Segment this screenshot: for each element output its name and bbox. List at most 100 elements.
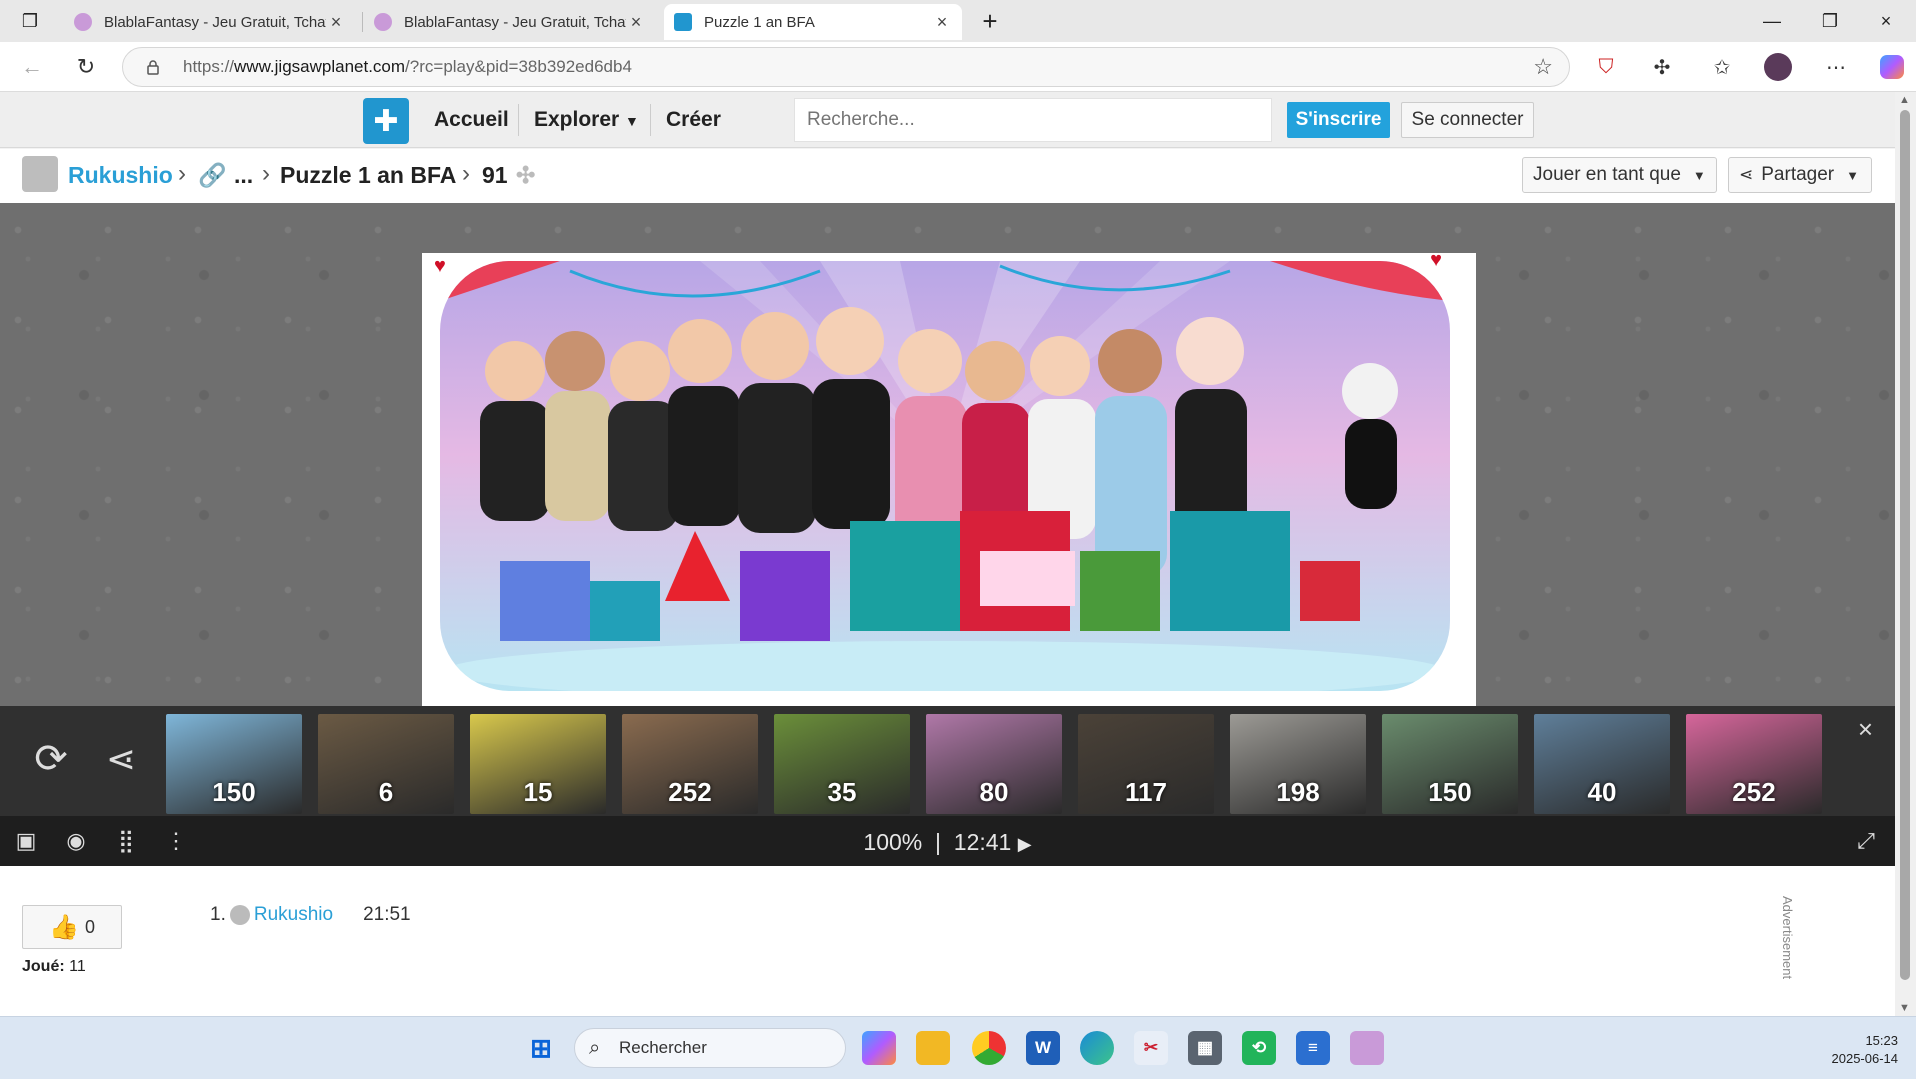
copilot-icon[interactable]: [1876, 52, 1908, 82]
lock-icon[interactable]: [145, 59, 161, 75]
blablafantasy-favicon: [74, 13, 92, 31]
user-avatar: [229, 905, 250, 925]
close-tab-icon[interactable]: ×: [932, 12, 952, 33]
puzzle-thumbnail[interactable]: 198: [1230, 714, 1366, 814]
refresh-icon[interactable]: ↻: [70, 52, 102, 82]
sync-app-icon[interactable]: ⟲: [1242, 1031, 1276, 1065]
scrollbar-thumb[interactable]: [1900, 110, 1910, 980]
puzzle-image[interactable]: ♥ ♥: [422, 249, 1476, 706]
jigsawplanet-logo[interactable]: ✚: [363, 98, 409, 144]
advertisement-label: Advertisement: [1780, 896, 1795, 980]
nav-explore[interactable]: Explorer ▼: [534, 108, 639, 132]
profile-avatar[interactable]: [1762, 52, 1794, 82]
played-value: 11: [69, 958, 86, 975]
edge-icon[interactable]: [1080, 1031, 1114, 1065]
user-avatar[interactable]: [22, 156, 58, 192]
minimize-icon[interactable]: —: [1752, 6, 1792, 36]
new-tab-button[interactable]: +: [970, 6, 1010, 36]
share-icon[interactable]: ⋖: [96, 738, 146, 788]
puzzle-thumbnail[interactable]: 6: [318, 714, 454, 814]
breadcrumb-ellipsis[interactable]: ...: [234, 162, 253, 189]
thumbnail-piece-count: 40: [1587, 777, 1617, 807]
favorites-icon[interactable]: ✩: [1706, 52, 1738, 82]
search-input[interactable]: [794, 98, 1272, 142]
heart-icon: ♥: [1430, 249, 1442, 271]
tab-blablafantasy-1[interactable]: BlablaFantasy - Jeu Gratuit, Tchat ×: [64, 4, 356, 40]
puzzle-thumbnail[interactable]: 252: [622, 714, 758, 814]
snipping-tool-icon[interactable]: ✂: [1134, 1031, 1168, 1065]
login-button[interactable]: Se connecter: [1401, 102, 1534, 138]
zoom-level: 100%: [863, 829, 923, 855]
file-explorer-icon[interactable]: [916, 1031, 950, 1065]
taskbar-search[interactable]: ⌕ Rechercher: [574, 1028, 846, 1068]
restore-icon[interactable]: ❐: [1810, 6, 1850, 36]
more-options-icon[interactable]: ⋯: [1820, 52, 1852, 82]
play-as-label: Jouer en tant que: [1533, 164, 1681, 185]
fullscreen-icon[interactable]: ⤢: [1852, 828, 1880, 854]
calculator-icon[interactable]: ▦: [1188, 1031, 1222, 1065]
like-count: 0: [84, 916, 95, 937]
puzzle-thumbnail[interactable]: 117: [1078, 714, 1214, 814]
puzzle-toolbar: ▣ ◉ ⣿ ⋮ 100% | 12:41 ▶ ⤢: [0, 816, 1895, 866]
puzzle-thumbnail[interactable]: 150: [166, 714, 302, 814]
play-as-dropdown[interactable]: Jouer en tant que ▼: [1522, 157, 1717, 193]
thumbs-up-icon: 👍: [49, 913, 79, 941]
extension-shield-icon[interactable]: ⛉: [1590, 52, 1622, 82]
piece-count: 91: [482, 162, 508, 188]
puzzle-thumbnail[interactable]: 80: [926, 714, 1062, 814]
tab-puzzle[interactable]: Puzzle 1 an BFA ×: [664, 4, 962, 40]
workspaces-icon[interactable]: ❐: [10, 6, 50, 36]
played-label: Joué:: [22, 958, 65, 975]
url-prefix: https://: [183, 57, 235, 76]
rank-number: 1.: [210, 904, 226, 925]
chrome-icon[interactable]: [972, 1031, 1006, 1065]
nav-divider: [650, 104, 651, 136]
jigsawplanet-favicon: [674, 13, 692, 31]
share-label: Partager: [1761, 164, 1835, 185]
play-icon[interactable]: ▶: [1018, 834, 1032, 854]
close-tab-icon[interactable]: ×: [326, 12, 346, 33]
page-scrollbar[interactable]: ▲ ▼: [1895, 92, 1916, 1016]
blablafantasy-favicon: [374, 13, 392, 31]
scroll-down-icon[interactable]: ▼: [1899, 1002, 1910, 1014]
puzzle-thumbnail[interactable]: 15: [470, 714, 606, 814]
scroll-up-icon[interactable]: ▲: [1899, 94, 1910, 106]
word-icon[interactable]: W: [1026, 1031, 1060, 1065]
puzzle-thumbnail[interactable]: 150: [1382, 714, 1518, 814]
breadcrumb-user[interactable]: Rukushio: [68, 162, 173, 189]
puzzle-board[interactable]: ♥ ♥: [0, 203, 1895, 706]
url-field[interactable]: https:// www.jigsawplanet.com /?rc=play&…: [122, 47, 1570, 87]
blablafantasy-app-icon[interactable]: [1350, 1031, 1384, 1065]
link-icon[interactable]: 🔗: [198, 162, 227, 189]
chevron-right-icon: ›: [178, 160, 186, 187]
like-button[interactable]: 👍 0: [22, 905, 122, 949]
tab-blablafantasy-2[interactable]: BlablaFantasy - Jeu Gratuit, Tchat ×: [364, 4, 656, 40]
puzzle-thumbnail[interactable]: 35: [774, 714, 910, 814]
signup-button[interactable]: S'inscrire: [1287, 102, 1390, 138]
address-bar: ← ↻ https:// www.jigsawplanet.com /?rc=p…: [0, 42, 1916, 92]
puzzle-thumbnail[interactable]: 40: [1534, 714, 1670, 814]
notepad-icon[interactable]: ≡: [1296, 1031, 1330, 1065]
copilot-icon[interactable]: [862, 1031, 896, 1065]
windows-start-icon[interactable]: ⊞: [524, 1031, 558, 1065]
nav-home[interactable]: Accueil: [434, 108, 509, 132]
favorite-star-icon[interactable]: ☆: [1533, 54, 1553, 80]
thumbnail-piece-count: 150: [1428, 777, 1472, 807]
clock-date: 2025-06-14: [1831, 1051, 1899, 1066]
tab-title: BlablaFantasy - Jeu Gratuit, Tchat: [404, 13, 626, 31]
close-window-icon[interactable]: ×: [1866, 6, 1906, 36]
caret-down-icon: ▼: [1692, 167, 1706, 183]
back-icon[interactable]: ←: [16, 52, 48, 82]
tab-title: BlablaFantasy - Jeu Gratuit, Tchat: [104, 13, 326, 31]
close-tab-icon[interactable]: ×: [626, 12, 646, 33]
extensions-icon[interactable]: ✣: [1646, 52, 1678, 82]
puzzle-thumbnail[interactable]: 252: [1686, 714, 1822, 814]
shuffle-icon[interactable]: ⟳: [26, 736, 76, 786]
close-strip-icon[interactable]: ×: [1858, 714, 1873, 745]
rank-user[interactable]: Rukushio: [254, 904, 333, 926]
played-count: Joué: 11: [22, 958, 86, 976]
site-header: ✚ Accueil Explorer ▼ Créer S'inscrire Se…: [0, 92, 1895, 148]
share-dropdown[interactable]: ⋖ Partager ▼: [1728, 157, 1872, 193]
nav-create[interactable]: Créer: [666, 108, 721, 132]
system-clock[interactable]: 15:23 2025-06-14: [1832, 1032, 1899, 1068]
